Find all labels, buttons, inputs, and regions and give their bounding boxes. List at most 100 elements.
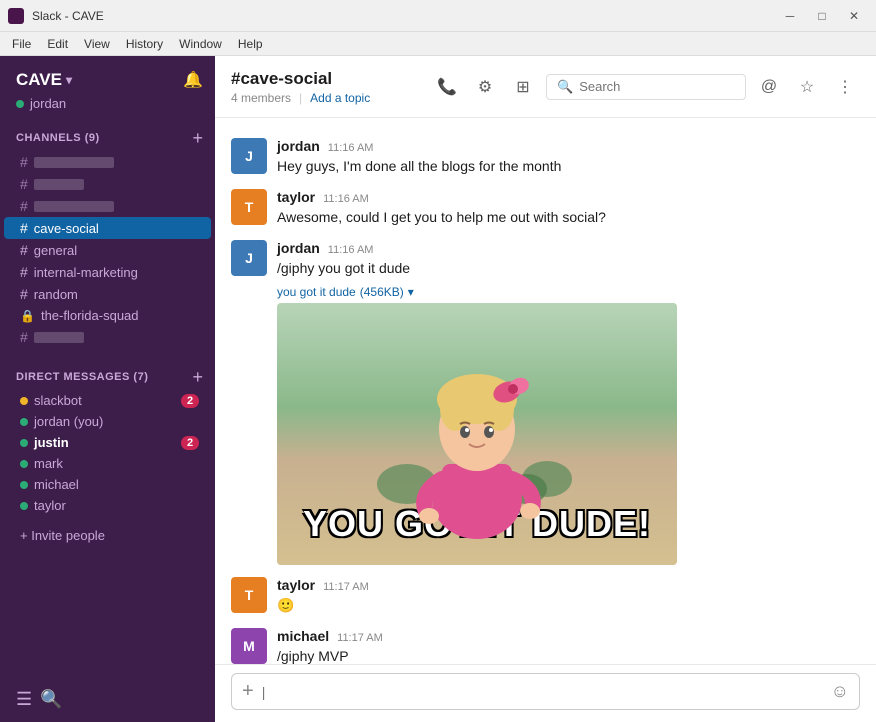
- minimize-button[interactable]: ─: [776, 5, 804, 27]
- channels-section-header: CHANNELS (9) +: [0, 121, 215, 151]
- sidebar-item-channel-blurred-2[interactable]: #: [4, 173, 211, 195]
- close-button[interactable]: ✕: [840, 5, 868, 27]
- message-text: 🙂: [277, 595, 860, 616]
- dm-name: taylor: [34, 498, 66, 513]
- header-actions: 📞 ⚙ ⊞ 🔍 @ ☆ ⋮: [432, 72, 860, 102]
- dm-item-taylor[interactable]: taylor: [4, 495, 211, 516]
- menu-edit[interactable]: Edit: [39, 35, 76, 53]
- unread-badge: 2: [181, 436, 199, 450]
- sidebar-item-random[interactable]: # random: [4, 283, 211, 305]
- chat-input-area: + ☺: [215, 664, 876, 722]
- message-time: 11:17 AM: [323, 581, 369, 593]
- table-row: J jordan 11:16 AM Hey guys, I'm done all…: [215, 134, 876, 181]
- message-text: Awesome, could I get you to help me out …: [277, 207, 860, 228]
- username-label: jordan: [30, 96, 66, 111]
- search-input[interactable]: [579, 79, 735, 94]
- giphy-dropdown-icon[interactable]: ▾: [408, 285, 414, 299]
- shortcuts-icon[interactable]: ☰: [16, 689, 32, 710]
- invite-people-button[interactable]: + Invite people: [4, 520, 211, 551]
- hash-icon: #: [20, 264, 28, 280]
- sidebar-item-general[interactable]: # general: [4, 239, 211, 261]
- message-header: jordan 11:16 AM: [277, 240, 860, 256]
- add-topic-link[interactable]: Add a topic: [310, 91, 370, 105]
- sidebar-item-channel-blurred-4[interactable]: #: [4, 326, 211, 348]
- hash-icon: #: [20, 154, 28, 170]
- channel-info: #cave-social 4 members | Add a topic: [231, 69, 420, 105]
- dm-section: DIRECT MESSAGES (7) + slackbot 2 jordan …: [0, 360, 215, 516]
- avatar: T: [231, 189, 267, 225]
- channel-name-label: general: [34, 243, 77, 258]
- dm-item-slackbot[interactable]: slackbot 2: [4, 390, 211, 411]
- message-author: jordan: [277, 240, 320, 256]
- add-dm-button[interactable]: +: [192, 368, 203, 386]
- sidebar-item-channel-blurred-1[interactable]: #: [4, 151, 211, 173]
- sidebar-item-florida-squad[interactable]: 🔒 the-florida-squad: [4, 305, 211, 326]
- message-text: Hey guys, I'm done all the blogs for the…: [277, 156, 860, 177]
- lock-icon: 🔒: [20, 309, 35, 323]
- menu-help[interactable]: Help: [230, 35, 271, 53]
- members-count: 4 members: [231, 91, 291, 105]
- messages-list: J jordan 11:16 AM Hey guys, I'm done all…: [215, 118, 876, 664]
- notification-bell-icon[interactable]: 🔔: [183, 70, 203, 90]
- giphy-title: you got it dude: [277, 285, 356, 299]
- dm-name: michael: [34, 477, 79, 492]
- search-box: 🔍: [546, 74, 746, 100]
- workspace-chevron-icon: ▾: [66, 73, 72, 87]
- menu-history[interactable]: History: [118, 35, 171, 53]
- giphy-image: YOU GOT IT DUDE!: [277, 303, 677, 565]
- at-icon-button[interactable]: @: [754, 72, 784, 102]
- window-controls: ─ □ ✕: [776, 5, 868, 27]
- hash-icon: #: [20, 286, 28, 302]
- status-dot-green: [20, 418, 28, 426]
- table-row: T taylor 11:17 AM 🙂: [215, 573, 876, 620]
- message-time: 11:16 AM: [328, 142, 374, 154]
- channels-label: CHANNELS (9): [16, 132, 100, 144]
- settings-icon-button[interactable]: ⚙: [470, 72, 500, 102]
- app-icon: [8, 8, 24, 24]
- dm-name: mark: [34, 456, 63, 471]
- dm-item-jordan[interactable]: jordan (you): [4, 411, 211, 432]
- giphy-attachment: you got it dude (456KB) ▾: [277, 285, 860, 565]
- titlebar: Slack - CAVE ─ □ ✕: [0, 0, 876, 32]
- giphy-label: you got it dude (456KB) ▾: [277, 285, 860, 299]
- maximize-button[interactable]: □: [808, 5, 836, 27]
- message-time: 11:17 AM: [337, 632, 383, 644]
- chat-area: #cave-social 4 members | Add a topic 📞 ⚙…: [215, 56, 876, 722]
- message-input[interactable]: [262, 684, 823, 700]
- channel-name-label: internal-marketing: [34, 265, 138, 280]
- sidebar-item-channel-blurred-3[interactable]: #: [4, 195, 211, 217]
- sidebar-item-internal-marketing[interactable]: # internal-marketing: [4, 261, 211, 283]
- layout-icon-button[interactable]: ⊞: [508, 72, 538, 102]
- message-header: taylor 11:16 AM: [277, 189, 860, 205]
- menu-window[interactable]: Window: [171, 35, 230, 53]
- dm-item-michael[interactable]: michael: [4, 474, 211, 495]
- dm-section-label: DIRECT MESSAGES (7): [16, 371, 148, 383]
- menu-file[interactable]: File: [4, 35, 39, 53]
- add-channel-button[interactable]: +: [192, 129, 203, 147]
- sidebar-item-cave-social[interactable]: # cave-social: [4, 217, 211, 239]
- message-text: /giphy MVP: [277, 646, 860, 664]
- more-icon-button[interactable]: ⋮: [830, 72, 860, 102]
- menubar: File Edit View History Window Help: [0, 32, 876, 56]
- dm-item-justin[interactable]: justin 2: [4, 432, 211, 453]
- workspace-name[interactable]: CAVE ▾: [16, 70, 72, 90]
- phone-icon-button[interactable]: 📞: [432, 72, 462, 102]
- message-content: taylor 11:16 AM Awesome, could I get you…: [277, 189, 860, 228]
- hash-icon: #: [20, 198, 28, 214]
- dm-name: jordan (you): [34, 414, 103, 429]
- star-icon-button[interactable]: ☆: [792, 72, 822, 102]
- message-content: jordan 11:16 AM /giphy you got it dude y…: [277, 240, 860, 565]
- search-icon[interactable]: 🔍: [40, 689, 62, 710]
- message-author: jordan: [277, 138, 320, 154]
- status-dot-green: [20, 460, 28, 468]
- emoji-picker-button[interactable]: ☺: [831, 681, 849, 702]
- message-header: michael 11:17 AM: [277, 628, 860, 644]
- menu-view[interactable]: View: [76, 35, 118, 53]
- message-header: jordan 11:16 AM: [277, 138, 860, 154]
- add-attachment-button[interactable]: +: [242, 680, 254, 703]
- chat-header: #cave-social 4 members | Add a topic 📞 ⚙…: [215, 56, 876, 118]
- message-time: 11:16 AM: [323, 193, 369, 205]
- chat-input-box: + ☺: [231, 673, 860, 710]
- dm-item-mark[interactable]: mark: [4, 453, 211, 474]
- channel-meta: 4 members | Add a topic: [231, 91, 420, 105]
